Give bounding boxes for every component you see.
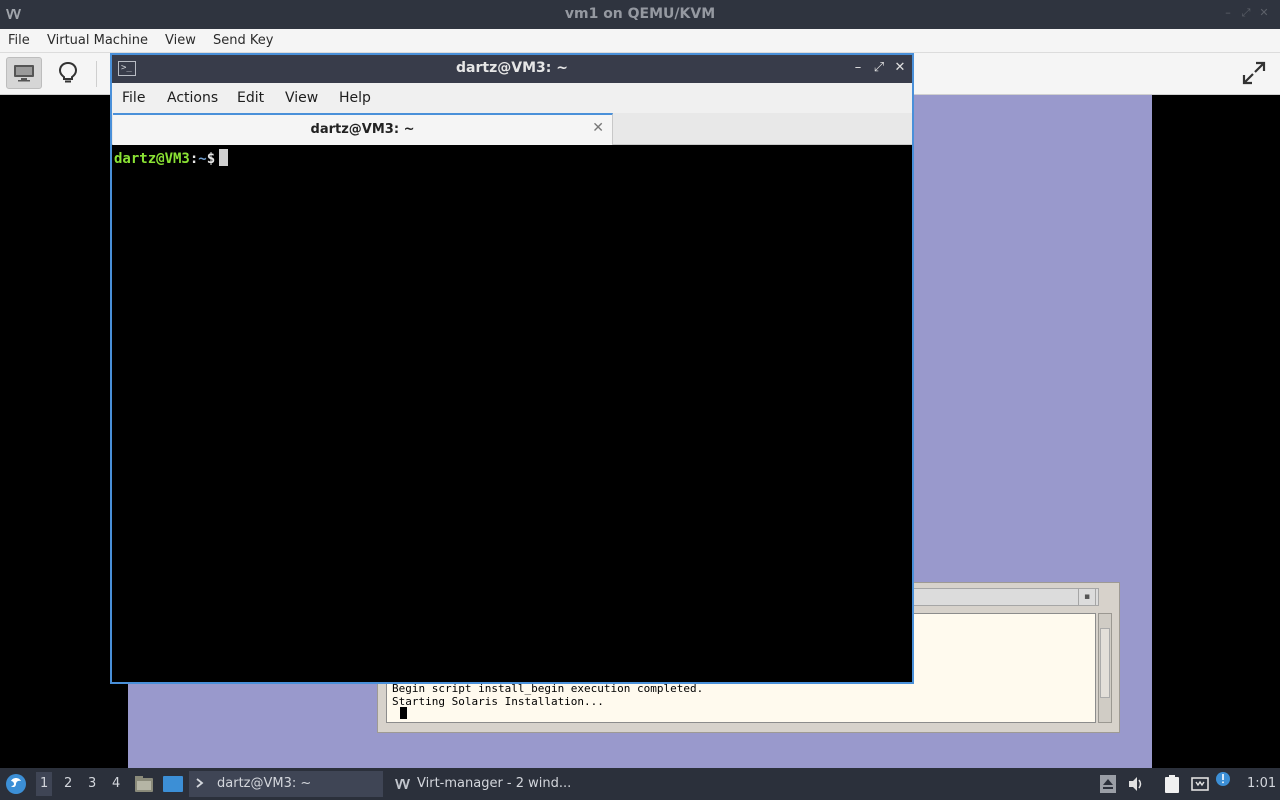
monitor-icon [14, 65, 34, 82]
terminal-menu-edit[interactable]: Edit [237, 90, 264, 106]
shell-prompt: dartz@VM3:~$ [114, 149, 229, 167]
close-icon[interactable]: ✕ [892, 60, 908, 76]
prompt-path: ~ [198, 151, 207, 167]
terminal-output[interactable]: dartz@VM3:~$ [112, 145, 912, 682]
tab-close-icon[interactable]: ✕ [592, 120, 604, 136]
terminal-titlebar[interactable]: >_ dartz@VM3: ~ – ⤢ ✕ [112, 55, 912, 83]
prompt-user-host: dartz@VM3 [114, 151, 190, 167]
terminal-menubar: File Actions Edit View Help [112, 83, 912, 113]
installer-scrollbar[interactable] [1098, 613, 1112, 723]
terminal-cursor [219, 149, 229, 166]
terminal-menu-file[interactable]: File [122, 90, 145, 106]
terminal-title: dartz@VM3: ~ [456, 60, 568, 76]
network-icon[interactable] [1190, 774, 1210, 794]
close-icon[interactable]: ✕ [1258, 7, 1270, 19]
minimize-icon[interactable]: – [1222, 7, 1234, 19]
file-manager-icon[interactable] [134, 774, 154, 794]
taskbar-task-terminal[interactable]: dartz@VM3: ~ [189, 771, 383, 797]
installer-line: Starting Solaris Installation... [392, 695, 604, 708]
taskbar-task-label: Virt-manager - 2 wind... [417, 776, 572, 791]
installer-scroll-thumb[interactable] [1100, 628, 1110, 698]
eject-icon[interactable] [1098, 774, 1118, 794]
volume-icon[interactable] [1126, 774, 1146, 794]
menu-send-key[interactable]: Send Key [213, 33, 273, 48]
virt-manager-logo-icon [395, 779, 410, 789]
terminal-tab-bar: dartz@VM3: ~ ✕ [112, 113, 912, 145]
workspace-4[interactable]: 4 [112, 776, 120, 791]
maximize-icon[interactable]: ⤢ [871, 60, 887, 76]
vm-window-title: vm1 on QEMU/KVM [564, 6, 716, 22]
installer-titlebar [913, 588, 1099, 606]
taskbar-task-virt-manager[interactable]: Virt-manager - 2 wind... [389, 771, 589, 797]
terminal-menu-view[interactable]: View [285, 90, 318, 106]
taskbar-task-label: dartz@VM3: ~ [217, 776, 312, 791]
clock[interactable]: 1:01 [1247, 776, 1276, 791]
terminal-tab[interactable]: dartz@VM3: ~ ✕ [113, 113, 613, 145]
workspace-1[interactable]: 1 [36, 772, 53, 796]
menu-view[interactable]: View [165, 33, 196, 48]
terminal-menu-help[interactable]: Help [339, 90, 371, 106]
workspace-3[interactable]: 3 [88, 776, 96, 791]
terminal-menu-actions[interactable]: Actions [167, 90, 218, 106]
notification-icon[interactable] [1215, 771, 1231, 787]
fullscreen-icon [1242, 61, 1266, 85]
start-menu-icon[interactable] [5, 773, 27, 795]
maximize-icon[interactable]: ⤢ [1240, 7, 1252, 19]
workspace-2[interactable]: 2 [64, 776, 72, 791]
installer-maximize-button[interactable]: ▪ [1078, 588, 1096, 606]
taskbar: 1 2 3 4 dartz@VM3: ~ Virt-manager - 2 wi… [0, 768, 1280, 800]
toolbar-separator [96, 61, 97, 87]
vm-menubar: File Virtual Machine View Send Key [0, 29, 1280, 53]
menu-virtual-machine[interactable]: Virtual Machine [47, 33, 148, 48]
terminal-window[interactable]: >_ dartz@VM3: ~ – ⤢ ✕ File Actions Edit … [110, 53, 914, 684]
prompt-symbol: $ [206, 151, 216, 167]
show-desktop-icon[interactable] [162, 775, 184, 793]
vm-window-titlebar[interactable]: vm1 on QEMU/KVM – ⤢ ✕ [0, 0, 1280, 29]
minimize-icon[interactable]: – [850, 60, 866, 76]
terminal-icon [196, 778, 204, 788]
menu-file[interactable]: File [8, 33, 30, 48]
clipboard-icon[interactable] [1162, 774, 1182, 794]
fullscreen-button[interactable] [1236, 57, 1272, 89]
installer-cursor [400, 707, 407, 719]
console-view-button[interactable] [6, 57, 42, 89]
lightbulb-icon [58, 61, 78, 83]
terminal-tab-label: dartz@VM3: ~ [310, 122, 415, 137]
details-view-button[interactable] [50, 57, 86, 89]
